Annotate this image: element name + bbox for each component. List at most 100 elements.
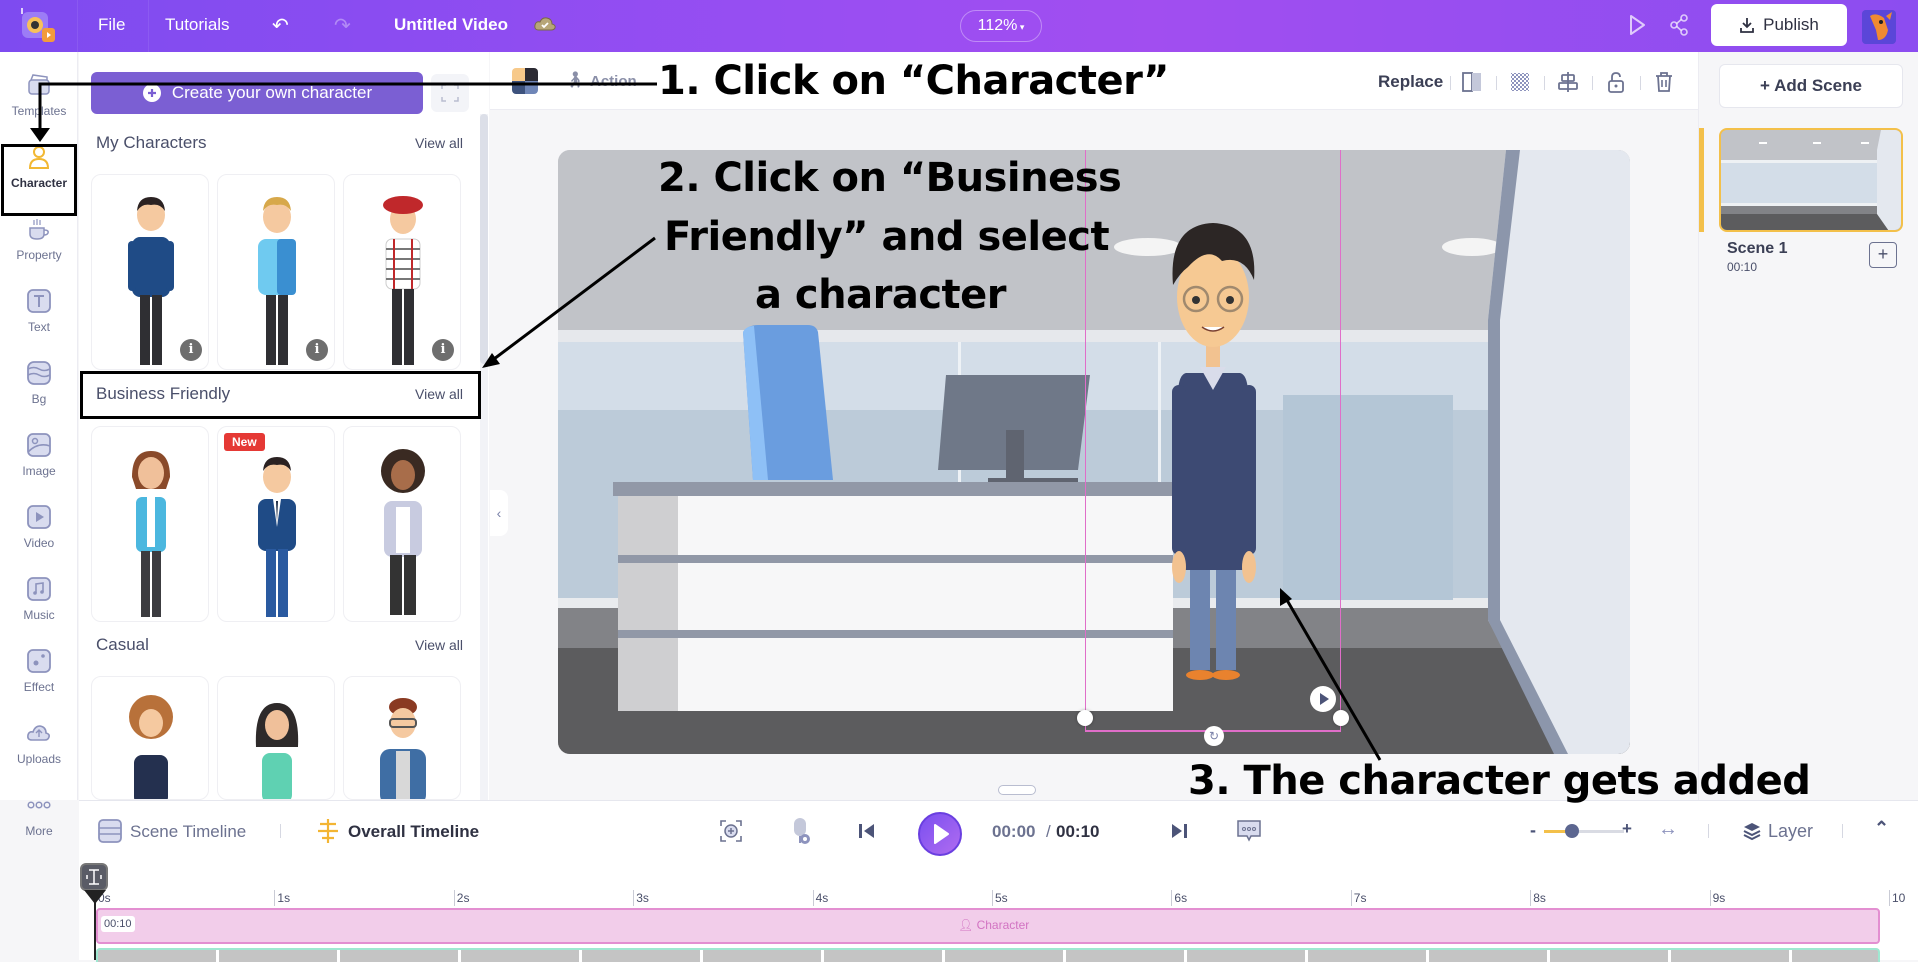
collapse-timeline-icon[interactable]: ⌃ [1874, 818, 1889, 839]
fit-width-icon[interactable]: ↔ [1658, 818, 1678, 841]
scene-timeline-icon [98, 819, 122, 843]
tutorials-menu[interactable]: Tutorials [165, 15, 230, 35]
scrollbar-thumb[interactable] [480, 114, 488, 364]
flip-icon[interactable] [1460, 70, 1484, 94]
rail-item-video[interactable]: Video [0, 498, 78, 564]
selection-frame [1085, 150, 1341, 732]
timeline-zoom-slider[interactable] [1544, 824, 1624, 838]
character-card[interactable] [91, 426, 209, 622]
info-icon[interactable]: i [432, 339, 454, 361]
ruler-tick: 10 [1889, 890, 1905, 906]
scene-duration: 00:10 [1727, 260, 1758, 274]
animation-play-icon[interactable] [1310, 686, 1336, 712]
view-all-casual[interactable]: View all [415, 637, 463, 653]
add-scene-button[interactable]: + Add Scene [1719, 64, 1903, 108]
overall-timeline-tab[interactable]: Overall Timeline [348, 822, 479, 842]
character-card[interactable] [343, 426, 461, 622]
plus-circle-icon [142, 84, 161, 102]
publish-label: Publish [1763, 15, 1819, 34]
character-card[interactable] [343, 676, 461, 800]
rail-label: Music [23, 608, 55, 622]
play-icon [934, 824, 949, 844]
action-button[interactable]: Action [590, 73, 637, 90]
time-ruler[interactable]: 0s 1s 2s 3s 4s 5s 6s 7s 8s 9s 10 [95, 890, 1905, 910]
scene-timeline-tab[interactable]: Scene Timeline [130, 822, 246, 842]
preview-play-icon[interactable] [1627, 13, 1647, 42]
ruler-tick: 8s [1530, 890, 1546, 906]
effect-icon [27, 649, 51, 673]
redo-icon[interactable]: ↷ [334, 13, 351, 38]
rail-item-templates[interactable]: Templates [0, 66, 78, 132]
timeline-resize-handle[interactable] [998, 785, 1036, 795]
video-icon [27, 505, 51, 529]
color-swatch-button[interactable] [512, 68, 538, 94]
layer-button[interactable]: Layer [1768, 821, 1813, 842]
zoom-out-button[interactable]: - [1530, 820, 1536, 841]
project-title[interactable]: Untitled Video [394, 15, 508, 35]
annotation-step-2-line-2: Friendly” and select [664, 214, 1110, 260]
character-card[interactable] [91, 676, 209, 800]
info-icon[interactable]: i [306, 339, 328, 361]
rail-item-music[interactable]: Music [0, 570, 78, 636]
rail-item-more[interactable]: More [0, 786, 78, 852]
view-all-my-characters[interactable]: View all [415, 135, 463, 151]
user-avatar[interactable] [1862, 10, 1896, 44]
character-thumbnail [255, 703, 299, 799]
replace-button[interactable]: Replace [1378, 72, 1443, 92]
character-card[interactable]: i [91, 174, 209, 370]
resize-handle[interactable] [1077, 710, 1093, 726]
rail-label: Templates [11, 104, 67, 118]
rail-item-text[interactable]: Text [0, 282, 78, 348]
fit-screen-icon[interactable] [718, 818, 744, 844]
skip-forward-icon[interactable] [1168, 821, 1190, 841]
character-card[interactable]: i [217, 174, 335, 370]
skip-back-icon[interactable] [856, 821, 878, 841]
panel-scrollbar[interactable] [480, 114, 488, 804]
app-logo[interactable] [18, 8, 58, 44]
opacity-icon[interactable] [1508, 70, 1532, 94]
action-walk-icon[interactable]: 🚶︎ [565, 70, 585, 90]
scene-thumbnail[interactable] [1719, 128, 1903, 232]
info-icon[interactable]: i [180, 339, 202, 361]
rail-item-effect[interactable]: Effect [0, 642, 78, 708]
voiceover-mic-icon[interactable] [788, 816, 812, 846]
trash-icon[interactable] [1652, 70, 1676, 94]
subtitles-icon[interactable] [1236, 818, 1262, 844]
rotate-handle-icon[interactable]: ↻ [1204, 726, 1224, 746]
character-thumbnail [258, 457, 296, 617]
unlock-icon[interactable] [1604, 70, 1628, 94]
slider-knob[interactable] [1565, 824, 1579, 838]
rail-item-uploads[interactable]: Uploads [0, 714, 78, 780]
publish-button[interactable]: Publish [1711, 4, 1847, 46]
align-icon[interactable] [1556, 70, 1580, 94]
rail-label: Bg [31, 392, 47, 406]
expand-panel-button[interactable] [431, 74, 469, 112]
divider [1544, 76, 1545, 90]
collapse-panel-button[interactable]: ‹ [490, 490, 508, 536]
create-own-character-button[interactable]: Create your own character [91, 72, 423, 114]
character-track[interactable]: 00:10 👤︎ Character [96, 908, 1880, 944]
divider [1842, 824, 1843, 838]
scene-panel: + Add Scene Scene 1 00:10 + [1698, 52, 1918, 800]
playhead-grip[interactable] [80, 863, 108, 891]
background-icon [27, 361, 51, 385]
ruler-tick: 3s [633, 890, 649, 906]
annotation-step-2-line-3: a character [755, 272, 1007, 318]
undo-icon[interactable]: ↶ [272, 13, 289, 38]
rail-item-property[interactable]: Property [0, 210, 78, 276]
file-menu[interactable]: File [98, 15, 125, 35]
add-after-scene-button[interactable]: + [1869, 242, 1897, 268]
divider [1496, 76, 1497, 90]
zoom-in-button[interactable]: + [1622, 819, 1632, 839]
play-button[interactable] [918, 812, 962, 856]
rail-item-image[interactable]: Image [0, 426, 78, 492]
share-icon[interactable] [1668, 13, 1690, 42]
zoom-dropdown[interactable]: 112% ▾ [960, 10, 1042, 42]
rail-item-bg[interactable]: Bg [0, 354, 78, 420]
character-card[interactable] [217, 676, 335, 800]
resize-handle[interactable] [1333, 710, 1349, 726]
character-card[interactable]: i [343, 174, 461, 370]
character-card[interactable]: New [217, 426, 335, 622]
annotation-step-3: 3. The character gets added [1188, 758, 1811, 804]
character-panel: Create your own character My Characters … [79, 52, 489, 804]
